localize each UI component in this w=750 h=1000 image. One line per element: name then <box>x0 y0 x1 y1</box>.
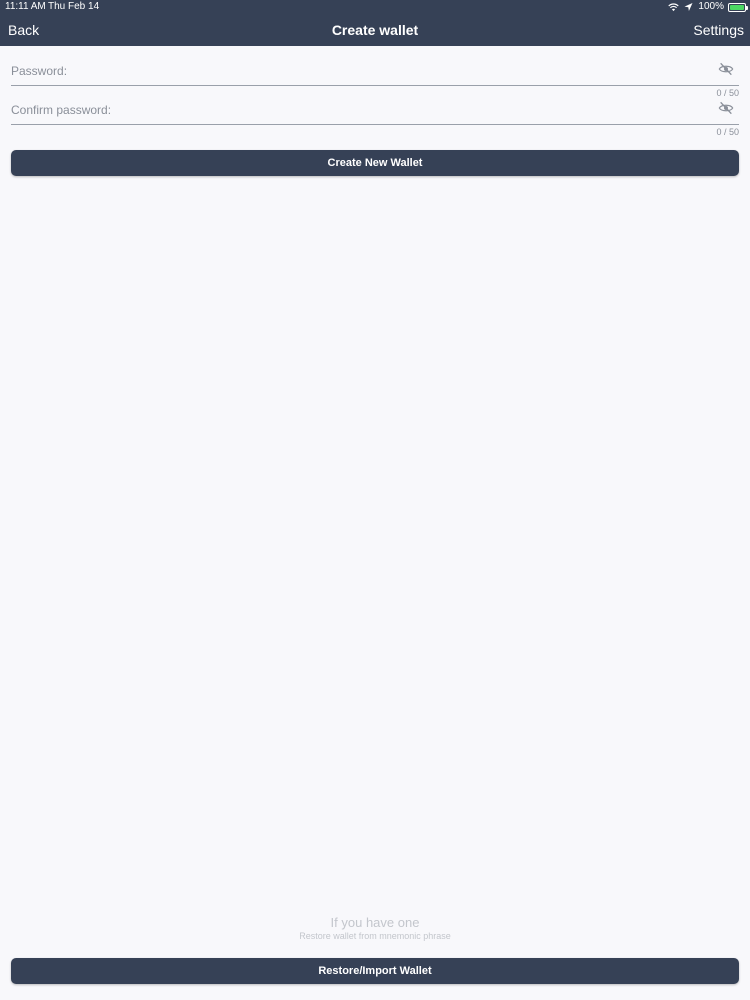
status-indicators: 100% <box>668 0 748 14</box>
status-bar: 11:11 AM Thu Feb 14 100% <box>0 0 750 14</box>
confirm-password-underline <box>11 124 739 125</box>
restore-hint-subtitle: Restore wallet from mnemonic phrase <box>299 931 451 941</box>
password-counter: 0 / 50 <box>716 88 739 98</box>
password-input[interactable] <box>11 60 711 82</box>
restore-hint-title: If you have one <box>330 915 420 930</box>
eye-off-icon[interactable] <box>717 61 735 77</box>
status-date: Thu Feb 14 <box>48 1 100 12</box>
battery-icon <box>728 2 748 12</box>
eye-off-icon[interactable] <box>717 100 735 116</box>
settings-button[interactable]: Settings <box>693 22 744 38</box>
wifi-icon <box>668 3 680 12</box>
confirm-password-input[interactable] <box>11 99 711 121</box>
create-new-wallet-button[interactable]: Create New Wallet <box>11 150 739 176</box>
nav-bar: Back Create wallet Settings <box>0 14 750 46</box>
confirm-password-counter: 0 / 50 <box>716 127 739 137</box>
page-title: Create wallet <box>331 22 419 38</box>
top-bar: 11:11 AM Thu Feb 14 100% Back Create wal… <box>0 0 750 46</box>
password-underline <box>11 85 739 86</box>
battery-percent: 100% <box>698 1 724 12</box>
battery-fill <box>730 4 744 10</box>
status-time: 11:11 AM <box>5 1 46 12</box>
restore-import-wallet-button[interactable]: Restore/Import Wallet <box>11 958 739 984</box>
location-icon <box>684 3 693 11</box>
